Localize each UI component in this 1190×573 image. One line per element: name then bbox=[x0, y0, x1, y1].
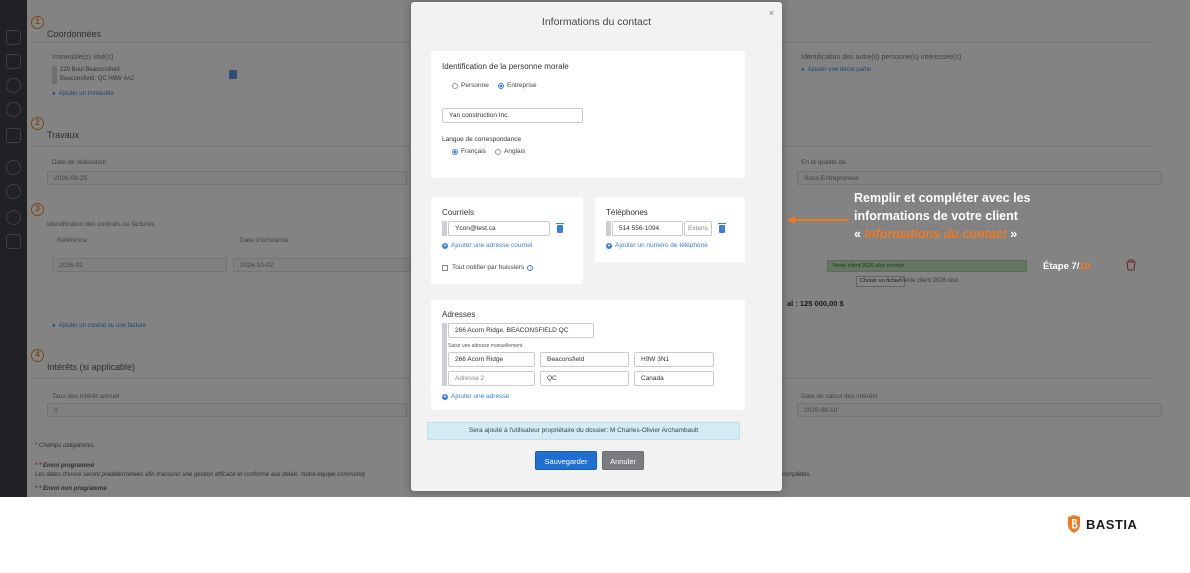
radio-icon bbox=[452, 148, 458, 155]
addresses-heading: Adresses bbox=[442, 310, 476, 319]
callout-line: « Informations du contact » bbox=[854, 225, 1154, 243]
drag-handle[interactable] bbox=[606, 221, 611, 236]
cancel-button[interactable]: Annuler bbox=[602, 451, 644, 470]
link-label: Ajouter une adresse courriel bbox=[451, 242, 533, 249]
contact-info-modal: Informations du contact × Identification… bbox=[411, 2, 782, 491]
radio-francais[interactable]: Français bbox=[452, 148, 486, 155]
logo-text: BASTIA bbox=[1086, 516, 1138, 532]
callout-line: Remplir et compléter avec les bbox=[854, 191, 1031, 205]
notify-bailiff-checkbox[interactable]: Tout notifier par huissiers? bbox=[442, 264, 534, 271]
add-address-link[interactable]: + Ajouter une adresse bbox=[442, 393, 509, 400]
shield-b-icon bbox=[1068, 515, 1080, 533]
address2-input[interactable]: Adresse 2 bbox=[448, 371, 535, 386]
option-label: Français bbox=[461, 148, 486, 155]
trash-icon[interactable] bbox=[556, 223, 564, 233]
drag-handle[interactable] bbox=[442, 323, 447, 386]
plus-icon: + bbox=[442, 393, 448, 400]
province-input[interactable]: QC bbox=[540, 371, 629, 386]
country-input[interactable]: Canada bbox=[634, 371, 714, 386]
quote-close: » bbox=[1006, 227, 1018, 241]
city-input[interactable]: Beaconsfield bbox=[540, 352, 629, 367]
emails-card: Courriels Ycon@test.ca + Ajouter une adre… bbox=[431, 197, 583, 284]
radio-entreprise[interactable]: Entreprise bbox=[498, 82, 537, 89]
radio-icon bbox=[495, 148, 501, 155]
close-icon[interactable]: × bbox=[769, 8, 774, 18]
option-label: Tout notifier par huissiers bbox=[452, 264, 525, 271]
identification-card: Identification de la personne morale Per… bbox=[431, 51, 745, 178]
company-name-input[interactable]: Yan construction Inc. bbox=[442, 108, 583, 123]
street-input[interactable]: 266 Acorn Ridge bbox=[448, 352, 535, 367]
phone-input[interactable]: 514 556-1094 bbox=[612, 221, 683, 236]
quote-open: « bbox=[854, 227, 865, 241]
link-label: Ajouter une adresse bbox=[451, 393, 510, 400]
option-label: Entreprise bbox=[507, 82, 537, 89]
addresses-card: Adresses 266 Acorn Ridge, BEACONSFIELD Q… bbox=[431, 300, 745, 410]
trash-icon[interactable] bbox=[718, 223, 726, 233]
checkbox-icon bbox=[442, 264, 448, 271]
emails-heading: Courriels bbox=[442, 208, 475, 217]
address-search-input[interactable]: 266 Acorn Ridge, BEACONSFIELD QC bbox=[448, 323, 594, 338]
step-prefix: Étape 7/ bbox=[1043, 261, 1080, 272]
step-counter: Étape 7/18 bbox=[1043, 261, 1090, 272]
callout-emphasis: Informations du contact bbox=[864, 227, 1007, 241]
extension-input[interactable]: Extens bbox=[684, 221, 712, 236]
option-label: Anglais bbox=[504, 148, 526, 155]
radio-personne[interactable]: Personne bbox=[452, 82, 489, 89]
plus-icon: + bbox=[442, 242, 448, 249]
postal-code-input[interactable]: H9W 3N1 bbox=[634, 352, 714, 367]
step-total: 18 bbox=[1079, 261, 1091, 272]
add-phone-link[interactable]: + Ajouter un numéro de téléphone bbox=[606, 242, 708, 249]
modal-title: Informations du contact bbox=[541, 16, 652, 28]
callout-arrow-icon bbox=[787, 216, 849, 224]
plus-icon: + bbox=[606, 242, 612, 249]
language-label: Langue de correspondance bbox=[442, 136, 522, 143]
phones-heading: Téléphones bbox=[606, 208, 648, 217]
save-button[interactable]: Sauvegarder bbox=[535, 451, 597, 470]
identification-heading: Identification de la personne morale bbox=[442, 62, 569, 71]
owner-info-bar: Sera ajouté à l'utilisateur propriétaire… bbox=[427, 422, 740, 440]
add-email-link[interactable]: + Ajouter une adresse courriel bbox=[442, 242, 532, 249]
callout-line: informations de votre client bbox=[854, 209, 1018, 223]
radio-anglais[interactable]: Anglais bbox=[495, 148, 525, 155]
option-label: Personne bbox=[461, 82, 489, 89]
link-label: Ajouter un numéro de téléphone bbox=[615, 242, 708, 249]
email-input[interactable]: Ycon@test.ca bbox=[448, 221, 550, 236]
drag-handle[interactable] bbox=[442, 221, 447, 236]
bastia-logo: BASTIA bbox=[1067, 514, 1137, 534]
phones-card: Téléphones 514 556-1094 Extens + Ajouter … bbox=[595, 197, 745, 262]
manual-address-label: Saisir une adresse manuellement bbox=[448, 343, 523, 349]
radio-icon bbox=[498, 82, 504, 89]
tutorial-slide: 1 Coordonnées Immeuble(s) visé(s) 229 Bo… bbox=[0, 0, 1190, 573]
tutorial-callout: Remplir et compléter avec les informatio… bbox=[854, 189, 1154, 243]
radio-icon bbox=[452, 82, 458, 89]
help-icon[interactable]: ? bbox=[527, 264, 534, 271]
